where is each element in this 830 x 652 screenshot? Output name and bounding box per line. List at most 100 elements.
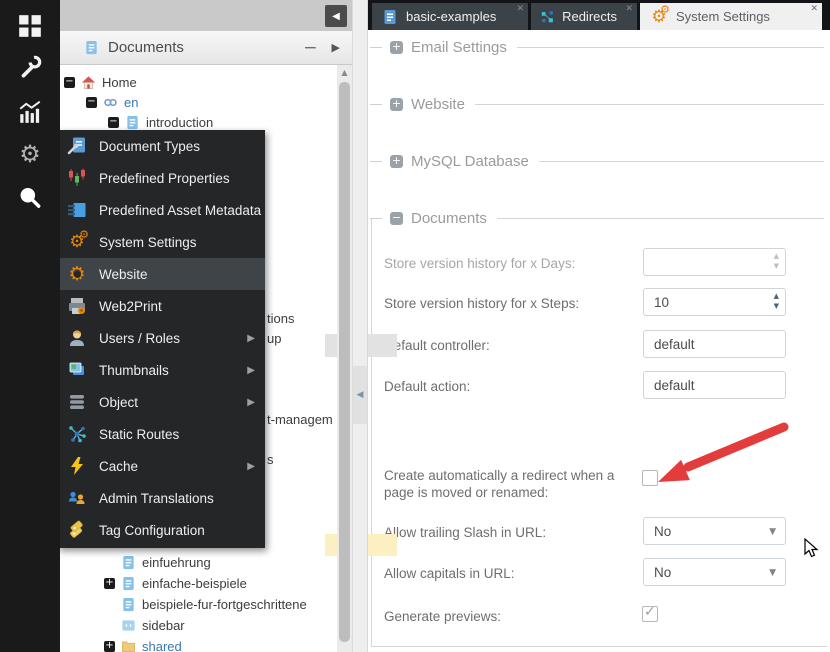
tab-basic-examples[interactable]: basic-examples ✕	[372, 3, 528, 30]
spinner-down-icon[interactable]: ▼	[774, 263, 779, 270]
menu-item-website[interactable]: ⚙ Website	[57, 258, 265, 290]
expand-section-icon[interactable]: +	[390, 41, 403, 54]
tree-item-partial[interactable]: tions	[267, 311, 294, 326]
tree-item-label: sidebar	[142, 618, 185, 633]
tree-item-sidebar[interactable]: sidebar	[104, 615, 185, 635]
expand-section-icon[interactable]: +	[390, 98, 403, 111]
section-mysql-database: + MySQL Database	[370, 151, 828, 171]
close-tab-icon[interactable]: ✕	[810, 4, 818, 14]
tree-item-en[interactable]: − en	[86, 92, 138, 112]
collapse-section-icon[interactable]: −	[390, 212, 403, 225]
menu-item-system-settings[interactable]: ⚙⚙ System Settings	[57, 226, 265, 258]
dropdown-arrow-icon[interactable]: ▼	[769, 568, 776, 578]
statistics-icon[interactable]	[17, 99, 43, 125]
tab-system-settings[interactable]: ⚙⚙ System Settings ✕	[640, 3, 822, 30]
menu-item-label: Website	[99, 267, 148, 282]
tree-item-partial[interactable]: s	[267, 452, 274, 467]
menu-item-predefined-properties[interactable]: Predefined Properties	[57, 162, 265, 194]
input-value: default	[654, 378, 695, 393]
collapse-tree-icon[interactable]: −	[303, 41, 317, 55]
menu-item-object[interactable]: Object ▶	[57, 386, 265, 418]
menu-item-label: Users / Roles	[99, 331, 180, 346]
version-days-input[interactable]: ▲▼	[643, 248, 786, 276]
wrench-icon[interactable]	[17, 54, 43, 80]
users-roles-icon	[67, 328, 87, 348]
version-steps-input[interactable]: 10 ▲ ▼	[643, 288, 786, 316]
caret-left-icon: ◀	[357, 390, 364, 400]
spinner-up-icon[interactable]: ▲	[774, 253, 779, 260]
tree-item-shared[interactable]: + shared	[104, 636, 182, 652]
panel-caret-icon[interactable]: ▶	[332, 41, 340, 54]
tree-item-label: shared	[142, 639, 182, 652]
default-action-input[interactable]: default	[643, 371, 786, 399]
tree-item-introduction[interactable]: − introduction	[108, 112, 213, 132]
select-value: No	[654, 524, 671, 539]
tree-item-label: einfuehrung	[142, 555, 211, 570]
input-value: 10	[654, 295, 669, 310]
web2print-icon	[67, 296, 87, 316]
tab-redirects[interactable]: Redirects ✕	[531, 3, 637, 30]
tree-item-beispiele-fur-fortgeschrittene[interactable]: beispiele-fur-fortgeschrittene	[104, 594, 307, 614]
spinner-down-icon[interactable]: ▼	[774, 303, 779, 310]
tree-item-label: einfache-beispiele	[142, 576, 247, 591]
menu-item-label: Tag Configuration	[99, 523, 205, 538]
apps-grid-icon[interactable]	[17, 13, 43, 39]
menu-item-users-roles[interactable]: Users / Roles ▶	[57, 322, 265, 354]
gear-glyph: ⚙	[19, 140, 41, 168]
tree-item-label: introduction	[146, 115, 213, 130]
menu-item-predefined-asset-metadata[interactable]: Predefined Asset Metadata	[57, 194, 265, 226]
section-title: Email Settings	[411, 39, 507, 56]
tree-item-home[interactable]: − Home	[64, 72, 137, 92]
menu-item-label: Cache	[99, 459, 138, 474]
tree-item-partial[interactable]: t-managem	[267, 412, 333, 427]
field-label-default-controller: Default controller:	[384, 337, 640, 354]
redirects-icon	[541, 9, 554, 25]
expand-node-icon[interactable]: +	[104, 641, 115, 652]
scrollbar-thumb[interactable]	[339, 82, 350, 642]
close-tab-icon[interactable]: ✕	[516, 4, 524, 14]
menu-item-label: Document Types	[99, 139, 200, 154]
documents-panel-header: Documents − ▶	[60, 31, 352, 65]
default-controller-input[interactable]: default	[643, 330, 786, 358]
tree-item-einfache-beispiele[interactable]: + einfache-beispiele	[104, 573, 247, 593]
expand-node-icon[interactable]: +	[104, 578, 115, 589]
collapse-node-icon[interactable]: −	[108, 117, 119, 128]
splitter-collapse-handle[interactable]: ◀	[353, 366, 367, 424]
expand-section-icon[interactable]: +	[390, 155, 403, 168]
collapse-node-icon[interactable]: −	[64, 77, 75, 88]
close-tab-icon[interactable]: ✕	[625, 4, 633, 14]
menu-item-web2print[interactable]: Web2Print	[57, 290, 265, 322]
panel-top-strip: ◀	[60, 0, 352, 31]
trailing-slash-select[interactable]: No ▼	[643, 517, 786, 545]
tree-item-label: beispiele-fur-fortgeschrittene	[142, 597, 307, 612]
tree-item-partial[interactable]: up	[267, 331, 281, 346]
menu-item-cache[interactable]: Cache ▶	[57, 450, 265, 482]
tree-item-label: Home	[102, 75, 137, 90]
tree-scrollbar[interactable]: ▲	[337, 65, 352, 652]
collapse-panel-button[interactable]: ◀	[325, 5, 347, 27]
menu-item-static-routes[interactable]: Static Routes	[57, 418, 265, 450]
settings-gear-icon[interactable]: ⚙	[17, 141, 43, 167]
panel-splitter[interactable]: ◀	[352, 0, 368, 652]
generate-previews-checkbox[interactable]: ✓	[642, 606, 658, 622]
fieldset-border	[371, 646, 827, 647]
page-icon	[121, 597, 136, 612]
menu-item-label: System Settings	[99, 235, 197, 250]
capitals-url-select[interactable]: No ▼	[643, 558, 786, 586]
tree-item-einfuehrung[interactable]: einfuehrung	[104, 552, 211, 572]
page-icon	[121, 576, 136, 591]
section-title: Website	[411, 96, 465, 113]
scroll-up-icon[interactable]: ▲	[337, 68, 352, 77]
object-icon	[67, 392, 87, 412]
menu-item-admin-translations[interactable]: Admin Translations	[57, 482, 265, 514]
collapse-node-icon[interactable]: −	[86, 97, 97, 108]
menu-item-document-types[interactable]: Document Types	[57, 130, 265, 162]
dropdown-arrow-icon[interactable]: ▼	[769, 527, 776, 537]
tab-label: basic-examples	[406, 9, 496, 24]
spinner-up-icon[interactable]: ▲	[774, 293, 779, 300]
menu-item-label: Predefined Asset Metadata	[99, 203, 261, 218]
page-icon	[121, 555, 136, 570]
menu-item-tag-configuration[interactable]: Tag Configuration	[57, 514, 265, 546]
search-icon[interactable]	[17, 185, 43, 211]
menu-item-thumbnails[interactable]: Thumbnails ▶	[57, 354, 265, 386]
